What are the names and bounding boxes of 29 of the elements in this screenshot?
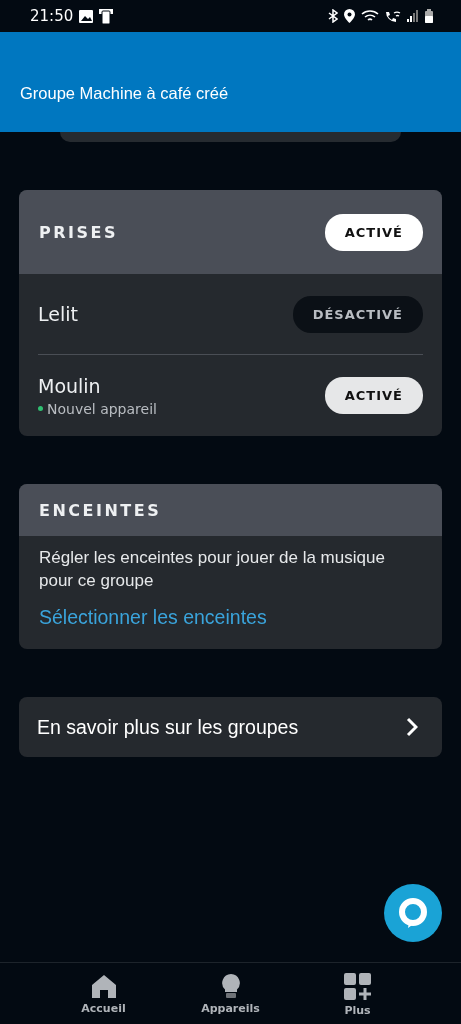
wifi-icon bbox=[361, 9, 379, 23]
bluetooth-icon bbox=[328, 9, 338, 23]
snackbar-message: Groupe Machine à café créé bbox=[20, 83, 229, 103]
section-title: ENCEINTES bbox=[39, 500, 162, 520]
toggle-button[interactable]: DÉSACTIVÉ bbox=[292, 295, 423, 333]
nav-item[interactable]: Appareils bbox=[185, 963, 276, 1024]
signal-icon bbox=[407, 10, 419, 22]
battery-icon bbox=[425, 9, 433, 23]
assistant-button[interactable] bbox=[384, 884, 442, 942]
chevron-right-icon bbox=[406, 717, 418, 737]
nav-item[interactable]: Accueil bbox=[58, 963, 149, 1024]
location-icon bbox=[344, 9, 355, 23]
learn-more-button[interactable]: En savoir plus sur les groupes bbox=[19, 697, 442, 757]
wifi-call-icon bbox=[385, 9, 401, 23]
nav-item[interactable]: Plus bbox=[312, 963, 403, 1024]
toggle-button[interactable]: ACTIVÉ bbox=[324, 377, 423, 414]
description: Régler les enceintes pour jouer de la musique pour ce groupe bbox=[39, 547, 386, 592]
device-name: Lelit bbox=[38, 303, 78, 325]
apps-add-icon bbox=[343, 973, 372, 1001]
lightbulb-icon bbox=[220, 973, 241, 999]
section-title: PRISES bbox=[39, 222, 118, 242]
home-icon bbox=[90, 973, 117, 999]
image-icon bbox=[79, 9, 94, 23]
speech-bubble-icon bbox=[398, 897, 428, 929]
new-device-label: Nouvel appareil bbox=[47, 400, 157, 417]
select-speakers-link[interactable]: Sélectionner les enceintes bbox=[39, 606, 422, 629]
toggle-button[interactable]: ACTIVÉ bbox=[324, 213, 423, 251]
device-name: Moulin bbox=[38, 374, 102, 397]
clock: 21:50 bbox=[30, 7, 74, 25]
